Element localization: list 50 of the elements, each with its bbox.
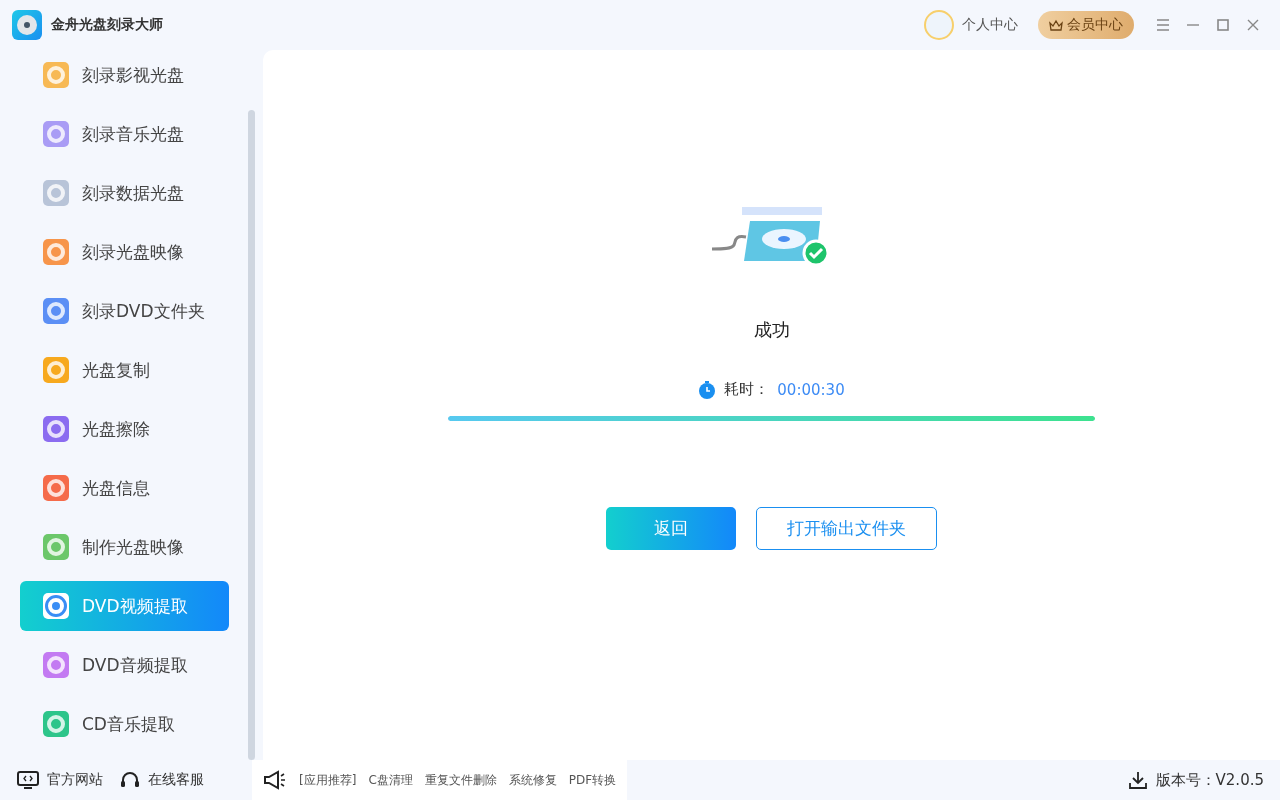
recommend-label[interactable]: [应用推荐]: [299, 771, 357, 789]
close-icon: [1247, 19, 1259, 31]
sidebar-label: 刻录光盘映像: [82, 240, 184, 264]
recommend-link[interactable]: 系统修复: [508, 771, 557, 789]
elapsed-time: 00:00:30: [777, 380, 845, 399]
sidebar-item[interactable]: 制作光盘映像: [20, 522, 229, 572]
recommend-link[interactable]: C盘清理: [368, 771, 413, 789]
sidebar-item[interactable]: DVD音频提取: [20, 640, 229, 690]
user-center-link[interactable]: 个人中心: [962, 16, 1018, 34]
open-folder-button[interactable]: 打开输出文件夹: [756, 507, 937, 550]
monitor-icon: [17, 771, 39, 789]
sidebar-item[interactable]: 光盘复制: [20, 345, 229, 395]
status-text: 成功: [753, 318, 790, 342]
sidebar-label: DVD视频提取: [82, 594, 188, 618]
headset-icon: [120, 770, 140, 790]
sidebar-item[interactable]: 刻录数据光盘: [20, 168, 229, 218]
website-link[interactable]: 官方网站: [17, 771, 103, 789]
sidebar-label: 光盘复制: [82, 358, 150, 382]
sidebar-label: 刻录影视光盘: [82, 63, 184, 87]
sidebar-label: 制作光盘映像: [82, 535, 184, 559]
stopwatch-icon: [698, 380, 717, 399]
sidebar-item[interactable]: 刻录DVD文件夹: [20, 286, 229, 336]
recommend-link[interactable]: 重复文件删除: [424, 771, 497, 789]
sidebar-label: 刻录DVD文件夹: [82, 299, 205, 323]
menu-icon: [1156, 19, 1170, 31]
megaphone-icon: [263, 770, 287, 790]
sidebar-item[interactable]: CD音乐提取: [20, 699, 229, 749]
sidebar-item[interactable]: 刻录影视光盘: [20, 50, 229, 100]
maximize-icon: [1217, 19, 1229, 31]
window-title: 金舟光盘刻录大师: [51, 16, 163, 34]
sidebar-label: DVD音频提取: [82, 653, 188, 677]
disc-logo-icon: [12, 10, 42, 40]
sidebar-item[interactable]: 刻录光盘映像: [20, 227, 229, 277]
download-icon: [1128, 771, 1147, 789]
vip-center-button[interactable]: 会员中心: [1038, 11, 1134, 39]
sidebar-label: 光盘信息: [82, 476, 150, 500]
elapsed-label: 耗时：: [724, 380, 770, 399]
support-link[interactable]: 在线客服: [120, 770, 204, 790]
scrollbar[interactable]: [248, 110, 255, 760]
sidebar-item[interactable]: 刻录音乐光盘: [20, 109, 229, 159]
version-text: 版本号：V2.0.5: [1155, 770, 1264, 790]
sidebar-label: CD音乐提取: [82, 712, 175, 736]
avatar-icon[interactable]: [924, 10, 954, 40]
sidebar-label: 刻录音乐光盘: [82, 122, 184, 146]
sidebar-item[interactable]: 光盘擦除: [20, 404, 229, 454]
crown-icon: [1049, 18, 1063, 32]
sidebar-item[interactable]: 光盘信息: [20, 463, 229, 513]
sidebar-label: 刻录数据光盘: [82, 181, 184, 205]
sidebar-label: 光盘擦除: [82, 417, 150, 441]
recommend-link[interactable]: PDF转换: [568, 771, 617, 789]
